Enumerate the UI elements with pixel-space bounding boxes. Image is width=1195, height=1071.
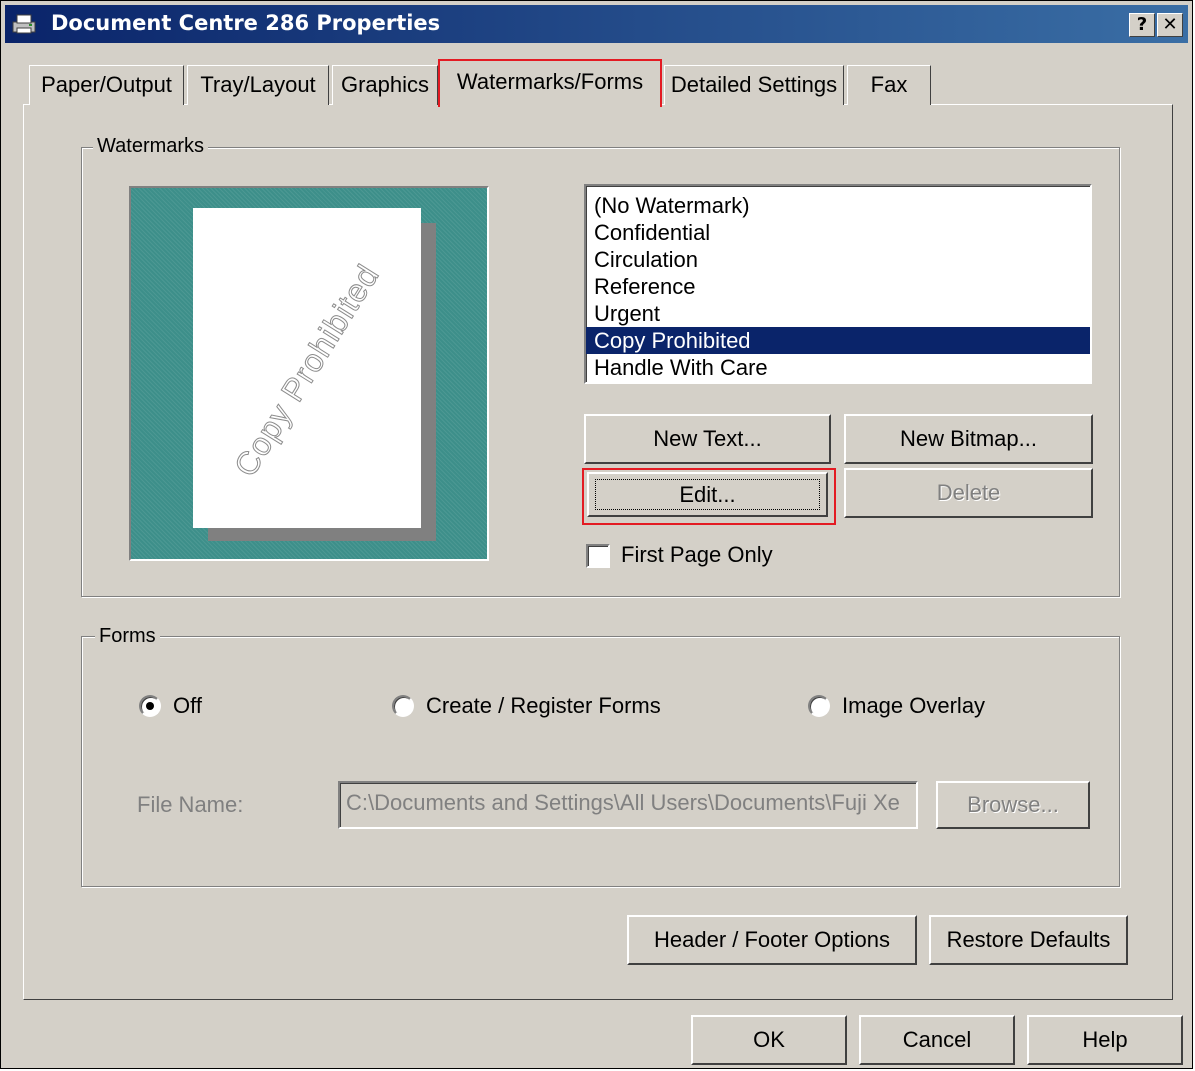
image-overlay-radio[interactable]	[808, 695, 830, 717]
new-bitmap-button[interactable]: New Bitmap...	[844, 414, 1093, 464]
printer-icon	[12, 14, 36, 34]
preview-page: Copy Prohibited	[193, 208, 421, 528]
new-text-button[interactable]: New Text...	[584, 414, 831, 464]
forms-group	[81, 636, 1120, 887]
radio-dot	[146, 702, 154, 710]
list-item[interactable]: Handle With Care	[586, 354, 1090, 381]
create-register-forms-radio[interactable]	[392, 695, 414, 717]
close-button[interactable]: ✕	[1157, 13, 1183, 37]
cancel-button[interactable]: Cancel	[859, 1015, 1015, 1065]
restore-defaults-button[interactable]: Restore Defaults	[929, 915, 1128, 965]
help-button[interactable]: Help	[1027, 1015, 1183, 1065]
header-footer-options-button[interactable]: Header / Footer Options	[627, 915, 917, 965]
image-overlay-label[interactable]: Image Overlay	[842, 693, 985, 719]
file-name-label: File Name:	[137, 792, 244, 817]
tab-watermarks-forms[interactable]: Watermarks/Forms	[438, 59, 662, 107]
tab-fax[interactable]: Fax	[847, 65, 931, 105]
close-icon: ✕	[1162, 14, 1178, 35]
list-item[interactable]: Confidential	[586, 219, 1090, 246]
window-title: Document Centre 286 Properties	[51, 11, 441, 35]
properties-dialog: Document Centre 286 Properties ? ✕ Paper…	[0, 0, 1193, 1069]
help-title-button[interactable]: ?	[1129, 13, 1155, 37]
forms-off-label[interactable]: Off	[173, 693, 202, 719]
list-item[interactable]: Circulation	[586, 246, 1090, 273]
watermarks-group-label: Watermarks	[93, 135, 209, 158]
create-register-forms-label[interactable]: Create / Register Forms	[426, 693, 661, 719]
list-item[interactable]: Reference	[586, 273, 1090, 300]
first-page-only-label[interactable]: First Page Only	[621, 542, 773, 568]
forms-group-label: Forms	[95, 625, 160, 648]
first-page-only-checkbox[interactable]	[586, 544, 610, 568]
title-bar: Document Centre 286 Properties ? ✕	[5, 5, 1188, 43]
edit-button[interactable]: Edit...	[587, 472, 828, 517]
forms-off-radio[interactable]	[139, 695, 161, 717]
file-name-field[interactable]: C:\Documents and Settings\All Users\Docu…	[338, 781, 918, 829]
browse-button[interactable]: Browse...	[936, 781, 1090, 829]
tab-paper-output[interactable]: Paper/Output	[29, 65, 184, 105]
tab-tray-layout[interactable]: Tray/Layout	[187, 65, 329, 105]
delete-button[interactable]: Delete	[844, 468, 1093, 518]
ok-button[interactable]: OK	[691, 1015, 847, 1065]
tab-graphics[interactable]: Graphics	[332, 65, 438, 105]
preview-watermark-text: Copy Prohibited	[227, 257, 387, 483]
tab-detailed-settings[interactable]: Detailed Settings	[664, 65, 844, 105]
list-item[interactable]: Urgent	[586, 300, 1090, 327]
list-item[interactable]: (No Watermark)	[586, 192, 1090, 219]
watermark-list[interactable]: (No Watermark) Confidential Circulation …	[584, 184, 1092, 384]
list-item-selected[interactable]: Copy Prohibited	[586, 327, 1090, 354]
